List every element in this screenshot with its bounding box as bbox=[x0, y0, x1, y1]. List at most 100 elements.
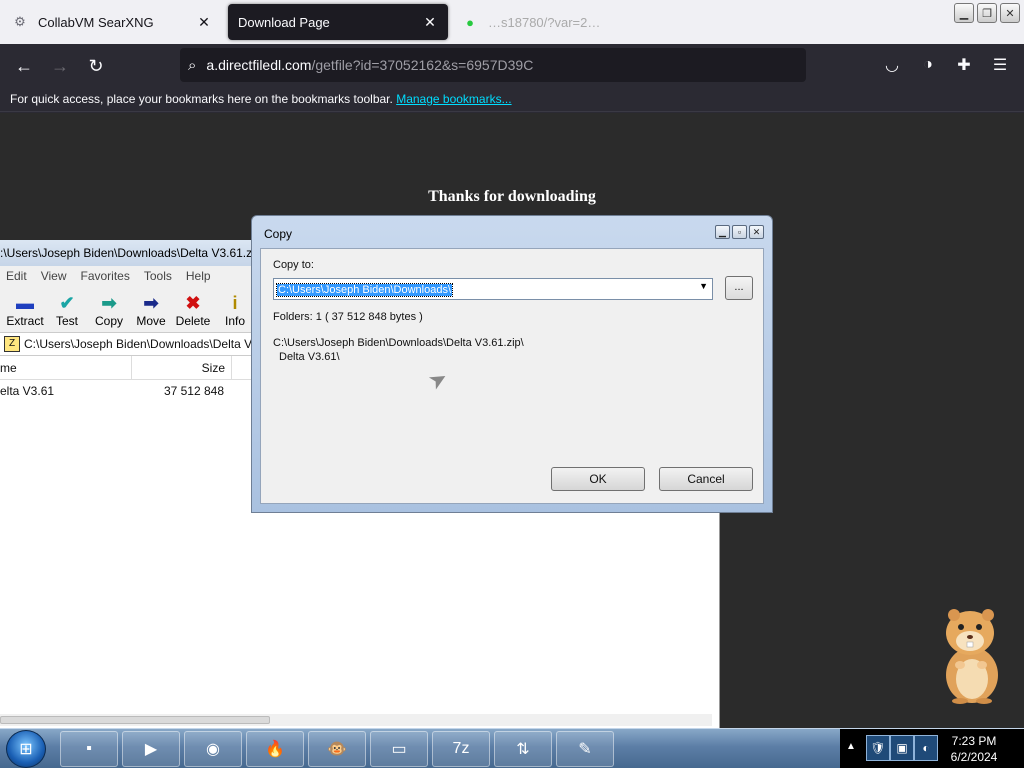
copy-arrow-icon: ➡ bbox=[101, 293, 117, 313]
tab-close-icon[interactable]: ✕ bbox=[196, 14, 212, 31]
window-controls: ▁ ❐ ✕ bbox=[954, 3, 1020, 23]
info-icon: i bbox=[232, 293, 238, 313]
destination-value[interactable]: C:\Users\Joseph Biden\Downloads\ bbox=[275, 283, 454, 297]
android-icon: ● bbox=[466, 14, 474, 30]
extract-button[interactable]: ▬ Extract bbox=[4, 292, 46, 332]
move-label: Move bbox=[136, 314, 166, 328]
chevron-down-icon[interactable]: ▼ bbox=[699, 281, 708, 291]
delete-button[interactable]: ✖ Delete bbox=[172, 292, 214, 332]
menu-icon[interactable]: ☰ bbox=[987, 52, 1013, 78]
menu-view[interactable]: View bbox=[41, 269, 67, 283]
mouse-cursor-icon: ➤ bbox=[423, 364, 453, 396]
hamster-mascot-icon[interactable] bbox=[936, 605, 1008, 705]
extract-label: Extract bbox=[6, 314, 44, 328]
dialog-minimize-button[interactable]: ▁ bbox=[715, 225, 730, 239]
dialog-title: Copy bbox=[264, 227, 293, 241]
terminal-icon[interactable]: ▪ bbox=[60, 731, 118, 767]
url-path: /getfile?id=37052162&s=6957D39C bbox=[311, 57, 534, 73]
destination-combobox[interactable]: C:\Users\Joseph Biden\Downloads\ ▼ bbox=[273, 278, 713, 300]
pocket-icon[interactable]: ◡ bbox=[879, 52, 905, 78]
tab-title: …s18780/?var=2… bbox=[488, 14, 601, 30]
move-arrow-icon: ➡ bbox=[143, 293, 159, 313]
url-host: a.directfiledl.com bbox=[206, 57, 312, 73]
media-player-icon[interactable]: ▶ bbox=[122, 731, 180, 767]
menu-tools[interactable]: Tools bbox=[144, 269, 172, 283]
file-size: 37 512 848 bbox=[163, 384, 224, 398]
navigation-bar: ← → ↻ ⌕ a.directfiledl.com/getfile?id=37… bbox=[0, 44, 1024, 86]
delete-x-icon: ✖ bbox=[185, 293, 201, 313]
back-arrow-icon[interactable]: ← bbox=[10, 52, 38, 80]
copy-to-label: Copy to: bbox=[273, 259, 314, 271]
extensions-icon[interactable]: ✚ bbox=[951, 52, 977, 78]
page-heading: Thanks for downloading bbox=[428, 188, 596, 205]
browse-button[interactable]: ... bbox=[725, 276, 753, 300]
copy-button[interactable]: ➡ Copy bbox=[88, 292, 130, 332]
dialog-body: Copy to: C:\Users\Joseph Biden\Downloads… bbox=[260, 248, 764, 504]
tab-download-page[interactable]: Download Page ✕ bbox=[228, 4, 448, 40]
check-icon: ✔ bbox=[59, 293, 75, 313]
column-name[interactable]: me bbox=[0, 356, 132, 379]
volume-icon[interactable]: ◐ bbox=[914, 735, 938, 761]
notepad-icon[interactable]: ✎ bbox=[556, 731, 614, 767]
network-icon[interactable]: ⇅ bbox=[494, 731, 552, 767]
clock-time: 7:23 PM bbox=[951, 734, 997, 748]
tab-title: CollabVM SearXNG bbox=[38, 14, 154, 30]
account-icon[interactable]: ◑ bbox=[915, 52, 941, 78]
cancel-button[interactable]: Cancel bbox=[659, 467, 753, 491]
show-hidden-icons-icon[interactable]: ▲ bbox=[846, 741, 856, 752]
bookmarks-hint: For quick access, place your bookmarks h… bbox=[10, 92, 393, 106]
delete-label: Delete bbox=[175, 314, 211, 328]
restore-button[interactable]: ❐ bbox=[977, 3, 997, 23]
tab-third[interactable]: ● …s18780/?var=2… bbox=[452, 4, 692, 40]
reload-icon[interactable]: ↻ bbox=[82, 52, 110, 80]
test-label: Test bbox=[55, 314, 78, 328]
scrollbar-thumb[interactable] bbox=[0, 716, 270, 724]
globe-icon[interactable]: ◉ bbox=[184, 731, 242, 767]
move-button[interactable]: ➡ Move bbox=[130, 292, 172, 332]
minus-icon: ▬ bbox=[16, 293, 34, 313]
info-button[interactable]: i Info bbox=[214, 292, 256, 332]
minimize-button[interactable]: ▁ bbox=[954, 3, 974, 23]
start-button[interactable]: ⊞ bbox=[6, 730, 46, 768]
dialog-close-button[interactable]: ✕ bbox=[749, 225, 764, 239]
7zip-icon[interactable]: 7z bbox=[432, 731, 490, 767]
horizontal-scrollbar[interactable] bbox=[0, 714, 712, 726]
shield-icon[interactable]: 🛡 bbox=[866, 735, 890, 761]
tab-collabvm-searxng[interactable]: ⚙ CollabVM SearXNG ✕ bbox=[2, 4, 222, 40]
ok-button[interactable]: OK bbox=[551, 467, 645, 491]
copy-dialog: Copy ▁ ▫ ✕ Copy to: C:\Users\Joseph Bide… bbox=[251, 215, 773, 513]
menu-edit[interactable]: Edit bbox=[6, 269, 27, 283]
archive-icon: Z bbox=[4, 336, 20, 352]
windows-logo-icon: ⊞ bbox=[19, 741, 33, 758]
menu-help[interactable]: Help bbox=[186, 269, 211, 283]
folders-info: Folders: 1 ( 37 512 848 bytes ) bbox=[273, 311, 423, 323]
test-button[interactable]: ✔ Test bbox=[46, 292, 88, 332]
close-window-button[interactable]: ✕ bbox=[1000, 3, 1020, 23]
url-bar[interactable]: ⌕ a.directfiledl.com/getfile?id=37052162… bbox=[180, 48, 806, 82]
file-name: elta V3.61 bbox=[0, 384, 55, 398]
dialog-window-controls: ▁ ▫ ✕ bbox=[715, 225, 764, 239]
display-icon[interactable]: ▣ bbox=[890, 735, 914, 761]
bonzi-icon[interactable]: 🐵 bbox=[308, 731, 366, 767]
copy-label: Copy bbox=[94, 314, 123, 328]
clock[interactable]: 7:23 PM 6/2/2024 bbox=[944, 733, 1004, 765]
tab-close-icon[interactable]: ✕ bbox=[422, 14, 438, 31]
bookmarks-toolbar: For quick access, place your bookmarks h… bbox=[0, 86, 1024, 112]
source-path: C:\Users\Joseph Biden\Downloads\Delta V3… bbox=[273, 337, 524, 349]
gear-icon: ⚙ bbox=[14, 14, 26, 29]
dialog-maximize-button[interactable]: ▫ bbox=[732, 225, 747, 239]
clock-date: 6/2/2024 bbox=[950, 750, 998, 764]
firefox-icon[interactable]: 🔥 bbox=[246, 731, 304, 767]
manage-bookmarks-link[interactable]: Manage bookmarks... bbox=[396, 92, 511, 106]
screen-icon[interactable]: ▭ bbox=[370, 731, 428, 767]
column-size[interactable]: Size bbox=[132, 356, 232, 379]
url-text[interactable]: a.directfiledl.com/getfile?id=37052162&s… bbox=[206, 57, 533, 73]
forward-arrow-icon[interactable]: → bbox=[46, 52, 74, 80]
info-label: Info bbox=[224, 314, 245, 328]
search-icon: ⌕ bbox=[188, 56, 197, 74]
source-item: Delta V3.61\ bbox=[279, 351, 340, 363]
menu-favorites[interactable]: Favorites bbox=[80, 269, 129, 283]
tab-title: Download Page bbox=[238, 14, 330, 30]
taskbar: ⊞ ▪ ▶ ◉ 🔥 🐵 ▭ 7z ⇅ ✎ ▲ 🛡 ▣ ◐ 7:23 PM 6/2… bbox=[0, 728, 1024, 768]
tab-strip: ⚙ CollabVM SearXNG ✕ Download Page ✕ ● …… bbox=[0, 0, 1024, 44]
